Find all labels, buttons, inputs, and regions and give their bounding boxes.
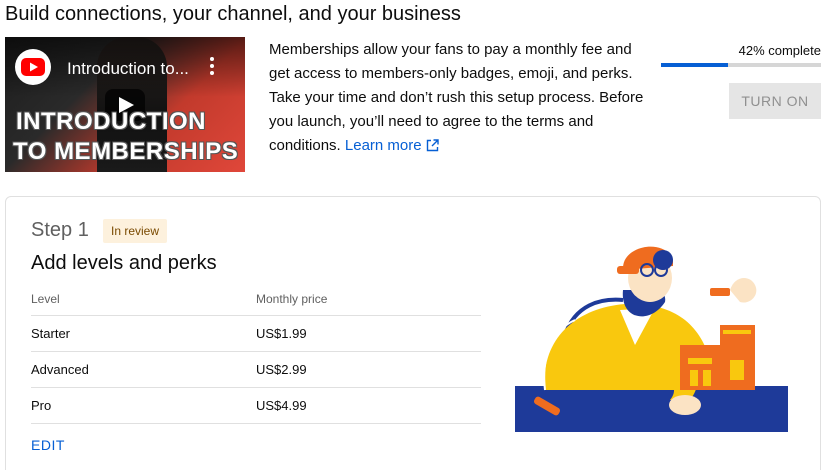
description: Memberships allow your fans to pay a mon…	[269, 38, 649, 158]
video-thumbnail[interactable]: Introduction to... INTRODUCTION TO MEMBE…	[5, 37, 245, 172]
column-header-level: Level	[31, 291, 60, 306]
level-price: US$1.99	[256, 326, 307, 341]
table-row: Pro US$4.99	[31, 388, 481, 424]
progress-bar	[661, 63, 821, 67]
edit-button[interactable]: EDIT	[31, 437, 65, 453]
level-price: US$2.99	[256, 362, 307, 377]
step-label: Step 1	[31, 219, 89, 241]
builder-illustration	[515, 246, 788, 432]
column-header-price: Monthly price	[256, 291, 328, 306]
page-title: Build connections, your channel, and you…	[5, 3, 461, 25]
level-price: US$4.99	[256, 398, 307, 413]
levels-table: Level Monthly price Starter US$1.99 Adva…	[31, 282, 481, 424]
card-title: Add levels and perks	[31, 252, 217, 274]
table-row: Starter US$1.99	[31, 316, 481, 352]
table-row: Advanced US$2.99	[31, 352, 481, 388]
video-overlay-line1: INTRODUCTION	[16, 108, 206, 135]
progress-fill	[661, 63, 729, 67]
level-name: Advanced	[31, 362, 89, 377]
learn-more-link[interactable]: Learn more	[345, 137, 439, 154]
status-badge: In review	[103, 219, 168, 243]
video-overlay-line2: TO MEMBERSHIPS	[13, 138, 239, 165]
progress-label: 42% complete	[738, 43, 821, 58]
level-name: Pro	[31, 398, 52, 413]
description-text: Memberships allow your fans to pay a mon…	[269, 41, 644, 154]
table-header: Level Monthly price	[31, 282, 481, 316]
youtube-logo-icon	[15, 49, 51, 85]
turn-on-button[interactable]: TURN ON	[729, 83, 821, 119]
external-link-icon	[426, 139, 439, 152]
kebab-menu-icon[interactable]	[210, 57, 214, 75]
video-title[interactable]: Introduction to...	[67, 59, 189, 79]
level-name: Starter	[31, 326, 71, 341]
